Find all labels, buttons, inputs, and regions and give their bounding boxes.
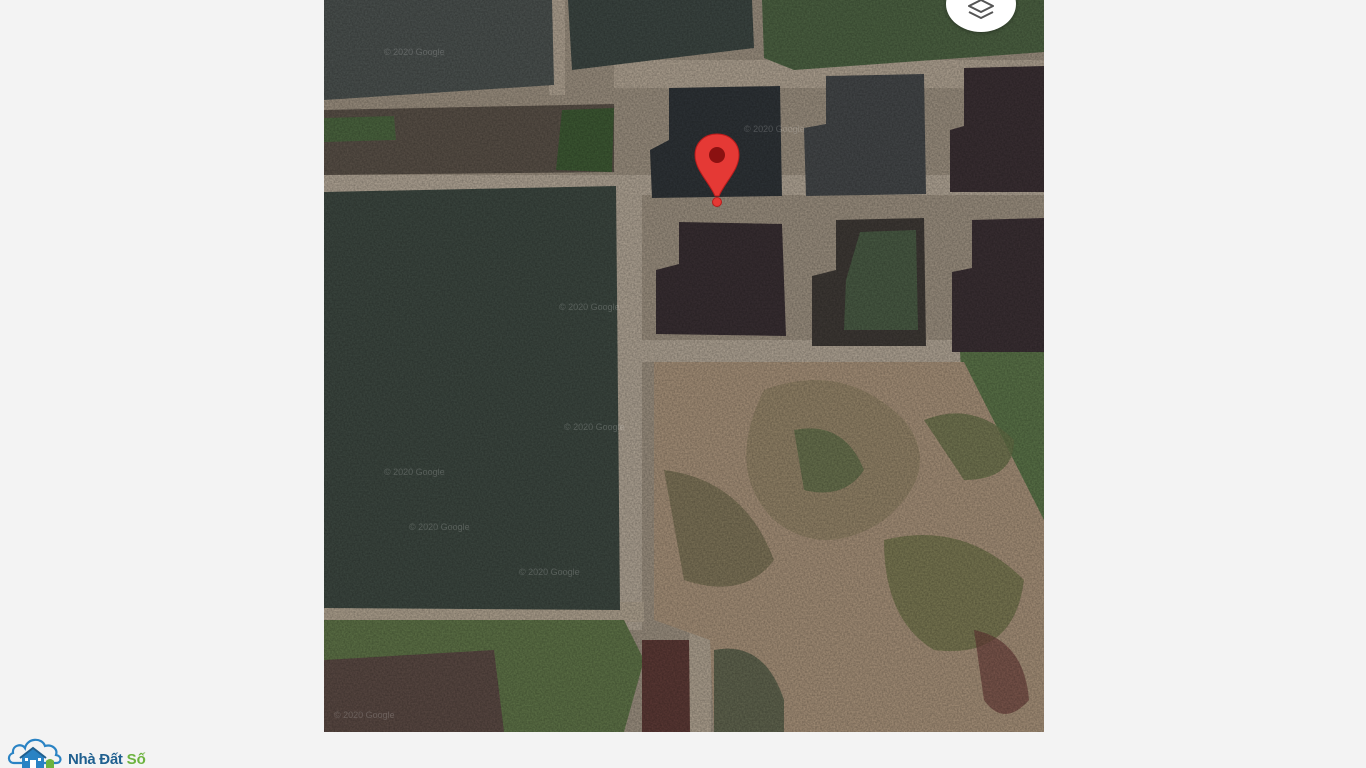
svg-text:© 2020 Google: © 2020 Google: [564, 422, 625, 432]
satellite-imagery: © 2020 Google © 2020 Google © 2020 Googl…: [324, 0, 1044, 732]
svg-text:© 2020 Google: © 2020 Google: [409, 522, 470, 532]
brand-logo: Nhà Đất Số: [6, 733, 146, 768]
brand-name-accent: Số: [126, 751, 146, 768]
map-pin-icon[interactable]: [693, 132, 741, 210]
house-cloud-icon: [7, 738, 62, 768]
svg-text:© 2020 Google: © 2020 Google: [334, 710, 395, 720]
satellite-map[interactable]: © 2020 Google © 2020 Google © 2020 Googl…: [324, 0, 1044, 732]
svg-text:© 2020 Google: © 2020 Google: [559, 302, 620, 312]
svg-text:© 2020 Google: © 2020 Google: [384, 467, 445, 477]
brand-name-primary: Nhà Đất: [68, 751, 123, 768]
svg-text:© 2020 Google: © 2020 Google: [744, 124, 805, 134]
svg-text:© 2020 Google: © 2020 Google: [384, 47, 445, 57]
layers-icon: [968, 0, 994, 19]
svg-text:© 2020 Google: © 2020 Google: [519, 567, 580, 577]
